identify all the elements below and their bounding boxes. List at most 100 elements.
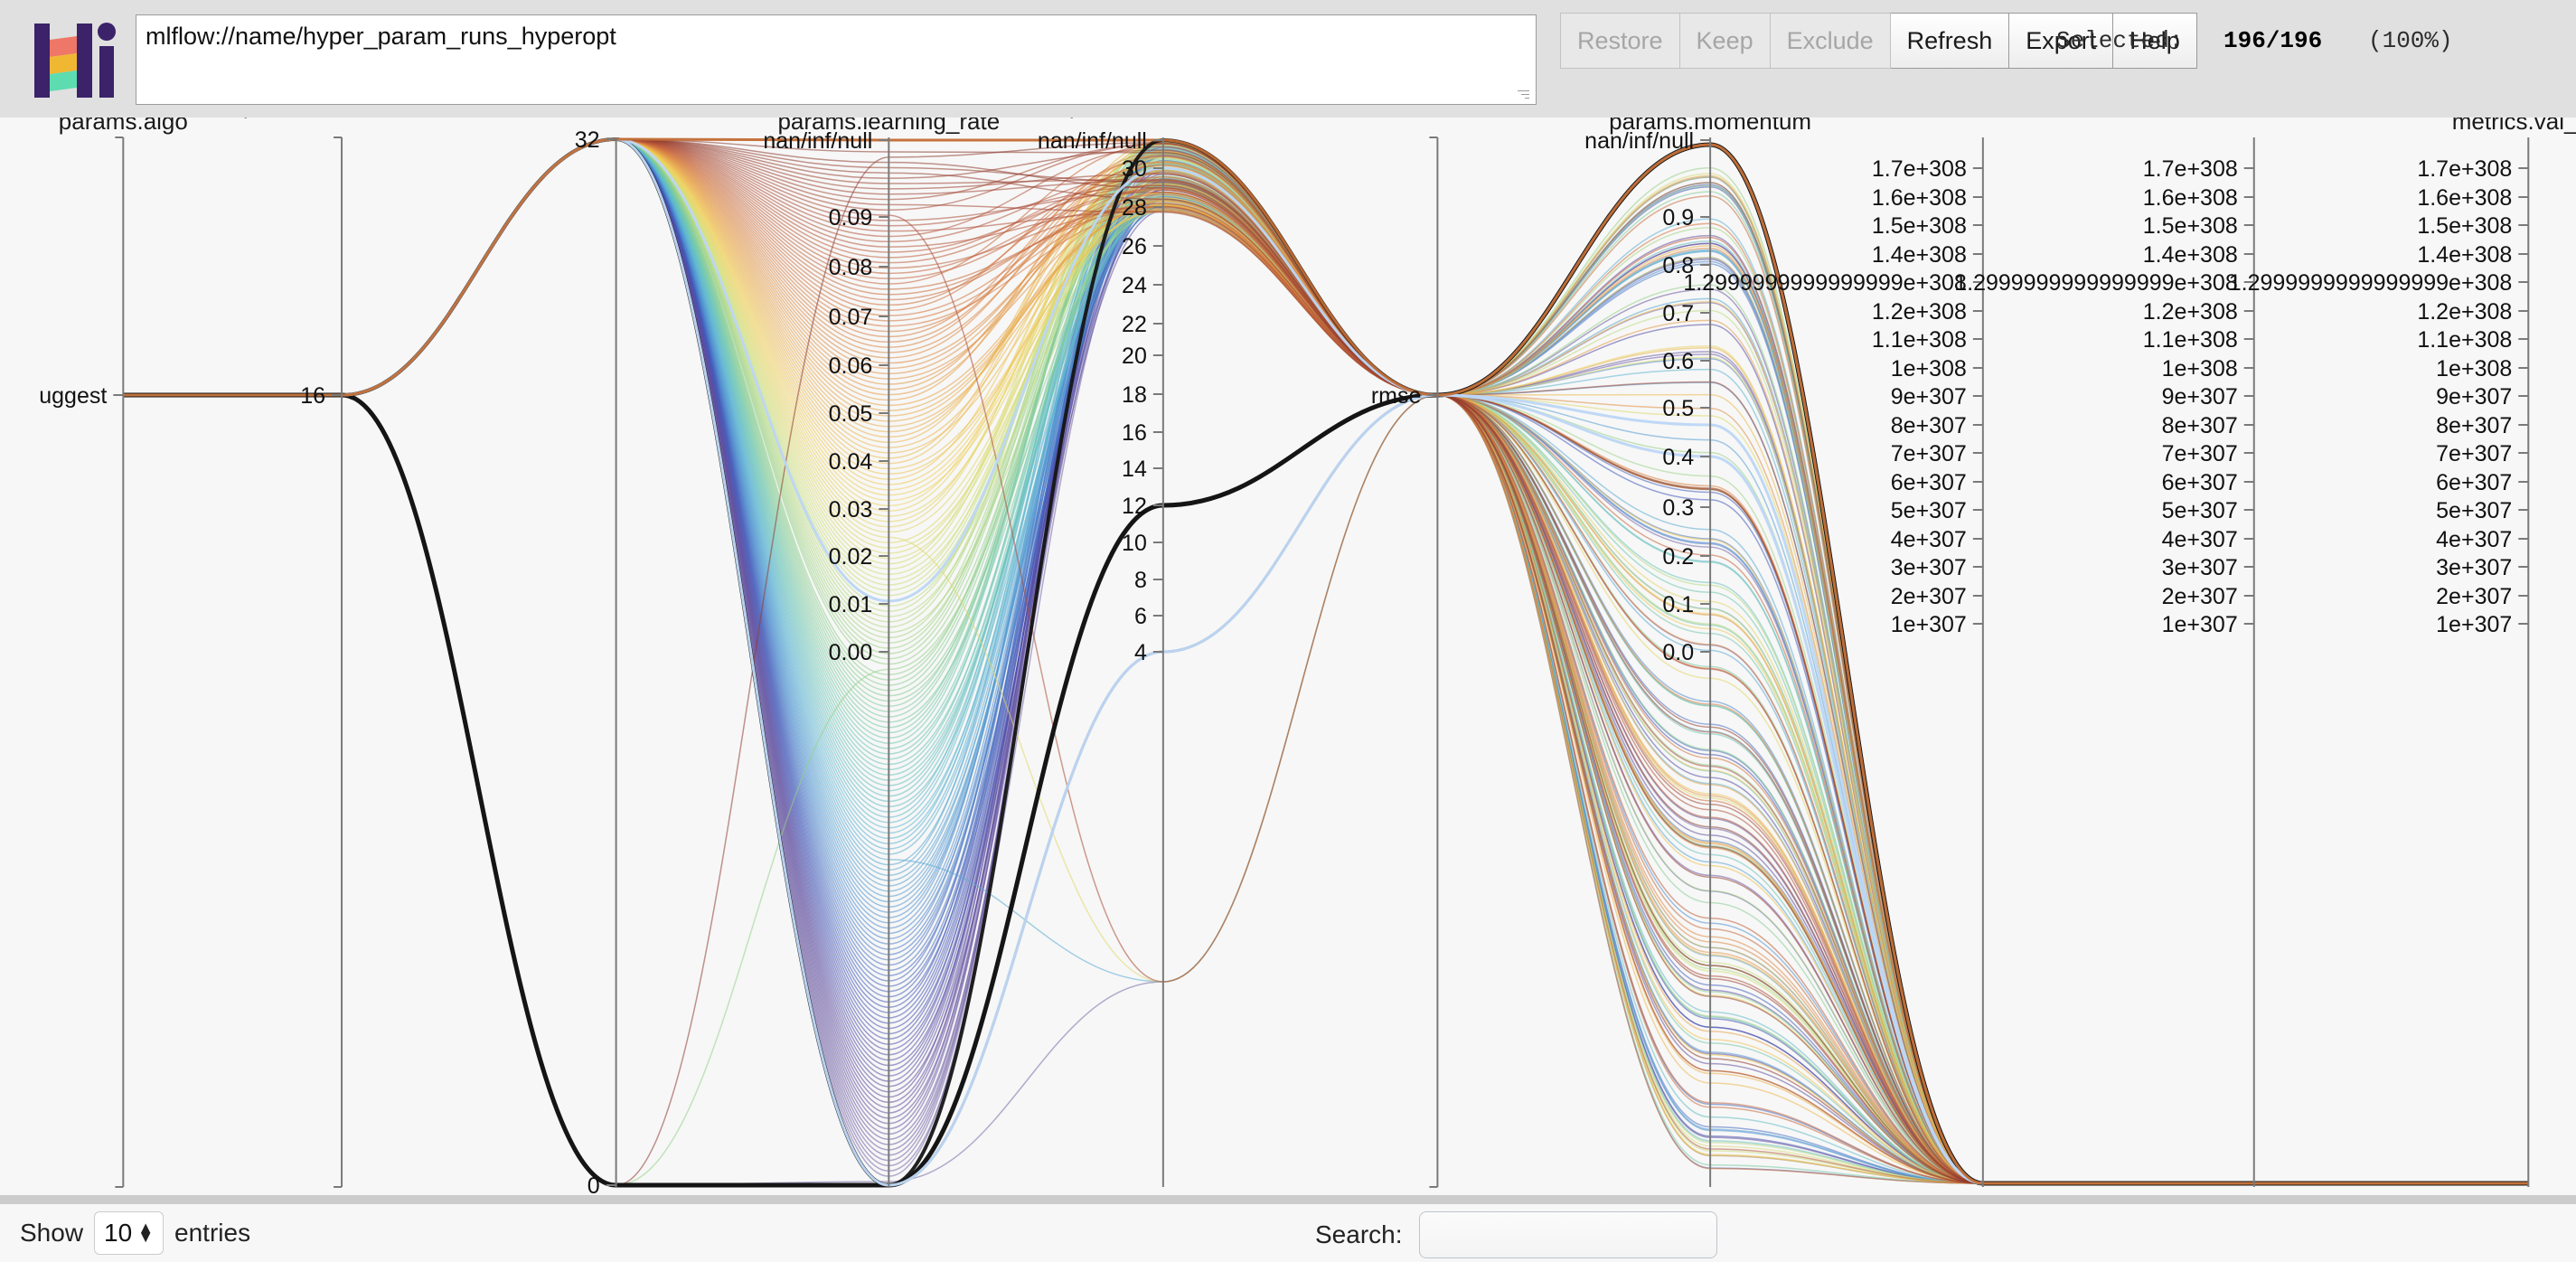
data-line[interactable] xyxy=(123,138,2529,1184)
data-line[interactable] xyxy=(123,138,2529,1184)
data-line[interactable] xyxy=(123,138,2529,1184)
data-line[interactable] xyxy=(123,138,2529,1184)
data-line[interactable] xyxy=(123,138,2529,1184)
data-line[interactable] xyxy=(123,138,2529,1184)
data-line[interactable] xyxy=(123,138,2529,1184)
data-line-highlighted[interactable] xyxy=(123,137,2529,1185)
data-line-highlighted[interactable] xyxy=(123,137,2529,1188)
data-line[interactable] xyxy=(123,138,2529,1184)
data-line[interactable] xyxy=(123,138,2529,1184)
search-input[interactable] xyxy=(1418,1211,1717,1258)
data-line[interactable] xyxy=(123,138,2529,1184)
data-line[interactable] xyxy=(123,138,2529,1184)
data-line[interactable] xyxy=(123,138,2529,1184)
data-line[interactable] xyxy=(123,138,2529,1184)
data-line[interactable] xyxy=(123,204,2529,1186)
data-line[interactable] xyxy=(123,138,2529,1184)
data-line[interactable] xyxy=(123,138,2529,1184)
data-line[interactable] xyxy=(123,138,2529,1184)
data-line[interactable] xyxy=(123,138,2529,1184)
data-line[interactable] xyxy=(123,138,2529,1184)
data-line[interactable] xyxy=(123,138,2529,1184)
data-line[interactable] xyxy=(123,138,2529,1184)
data-line[interactable] xyxy=(123,138,2529,1184)
data-line[interactable] xyxy=(123,138,2529,1184)
data-line[interactable] xyxy=(123,138,2529,1184)
data-line[interactable] xyxy=(123,138,2529,1184)
data-line[interactable] xyxy=(123,138,2529,1184)
data-line[interactable] xyxy=(123,138,2529,1184)
data-line[interactable] xyxy=(123,138,2529,1184)
data-line[interactable] xyxy=(123,138,2529,1184)
data-line[interactable] xyxy=(123,138,2529,1184)
data-line[interactable] xyxy=(123,138,2529,1184)
data-line[interactable] xyxy=(123,138,2529,1184)
data-line[interactable] xyxy=(123,138,2529,1184)
data-line[interactable] xyxy=(123,138,2529,1184)
data-line[interactable] xyxy=(123,138,2529,1184)
data-line[interactable] xyxy=(123,138,2529,1184)
data-line[interactable] xyxy=(123,138,2529,1184)
data-line[interactable] xyxy=(123,138,2529,1184)
exclude-button[interactable]: Exclude xyxy=(1770,13,1891,69)
datapoint-uri-input[interactable]: mlflow://name/hyper_param_runs_hyperopt xyxy=(136,14,1537,105)
data-line[interactable] xyxy=(123,138,2529,1184)
data-line[interactable] xyxy=(123,138,2529,1184)
data-line[interactable] xyxy=(123,138,2529,1184)
data-line[interactable] xyxy=(123,138,2529,1184)
data-line-highlighted[interactable] xyxy=(123,137,2529,1187)
data-line[interactable] xyxy=(123,138,2529,1184)
data-line[interactable] xyxy=(123,138,2529,1184)
data-line[interactable] xyxy=(123,138,2529,1184)
parallel-plot-canvas[interactable]: uggest 16320nan/inf/null0.090.080.070.060… xyxy=(0,118,2576,1195)
data-line[interactable] xyxy=(123,138,2529,1184)
data-line[interactable] xyxy=(123,138,2529,1184)
data-line[interactable] xyxy=(123,138,2529,1184)
data-line[interactable] xyxy=(123,138,2529,1184)
data-line[interactable] xyxy=(123,138,2529,1184)
data-line[interactable] xyxy=(123,138,2529,1184)
data-line[interactable] xyxy=(123,138,2529,1184)
data-line[interactable] xyxy=(123,138,2529,1184)
data-line[interactable] xyxy=(123,138,2529,1184)
data-line[interactable] xyxy=(123,138,2529,1184)
data-line[interactable] xyxy=(123,138,2529,1184)
data-line[interactable] xyxy=(123,138,2529,1184)
data-line[interactable] xyxy=(123,138,2529,1184)
axis-title-params-algo[interactable]: params.algo xyxy=(59,118,188,136)
data-line[interactable] xyxy=(123,138,2529,1184)
data-line[interactable] xyxy=(123,138,2529,1184)
data-line[interactable] xyxy=(123,138,2529,1184)
axis-title-params-momentum[interactable]: params.momentum xyxy=(1609,118,1811,136)
data-line[interactable] xyxy=(123,138,2529,1184)
data-line[interactable] xyxy=(123,138,2529,1184)
data-line[interactable] xyxy=(123,138,2529,1184)
data-line[interactable] xyxy=(123,138,2529,1184)
data-line[interactable] xyxy=(123,138,2529,1184)
stepper-arrows-icon[interactable]: ▲ ▼ xyxy=(137,1220,154,1245)
data-line[interactable] xyxy=(123,138,2529,1184)
data-line[interactable] xyxy=(123,138,2529,1184)
axis-title-params-batch_size[interactable]: params.batch_size xyxy=(243,118,440,119)
data-line[interactable] xyxy=(123,138,2529,1184)
axis-title-metrics-val_rmse[interactable]: metrics.val_rm xyxy=(2452,118,2576,136)
data-line[interactable] xyxy=(123,138,2529,1184)
data-line[interactable] xyxy=(123,138,2529,1184)
data-line[interactable] xyxy=(123,138,2529,1184)
data-line[interactable] xyxy=(123,138,2529,1184)
data-line[interactable] xyxy=(123,138,2529,1184)
data-line[interactable] xyxy=(123,138,2529,1184)
data-line[interactable] xyxy=(123,138,2529,1184)
data-line[interactable] xyxy=(123,138,2529,1184)
data-line[interactable] xyxy=(123,138,2529,1184)
parallel-coordinates-plot[interactable]: uggest 16 32 0 nan/inf/null 0.09 0.08 0.07 0.06 0… xyxy=(0,118,2576,1195)
data-line[interactable] xyxy=(123,138,2529,1184)
data-line[interactable] xyxy=(123,138,2529,1184)
data-line[interactable] xyxy=(123,138,2529,1184)
data-line[interactable] xyxy=(123,138,2529,1184)
data-line-highlighted[interactable] xyxy=(123,137,2529,1185)
data-line[interactable] xyxy=(123,138,2529,1184)
data-line[interactable] xyxy=(123,138,2529,1184)
data-line[interactable] xyxy=(123,138,2529,1184)
data-line[interactable] xyxy=(123,138,2529,1184)
